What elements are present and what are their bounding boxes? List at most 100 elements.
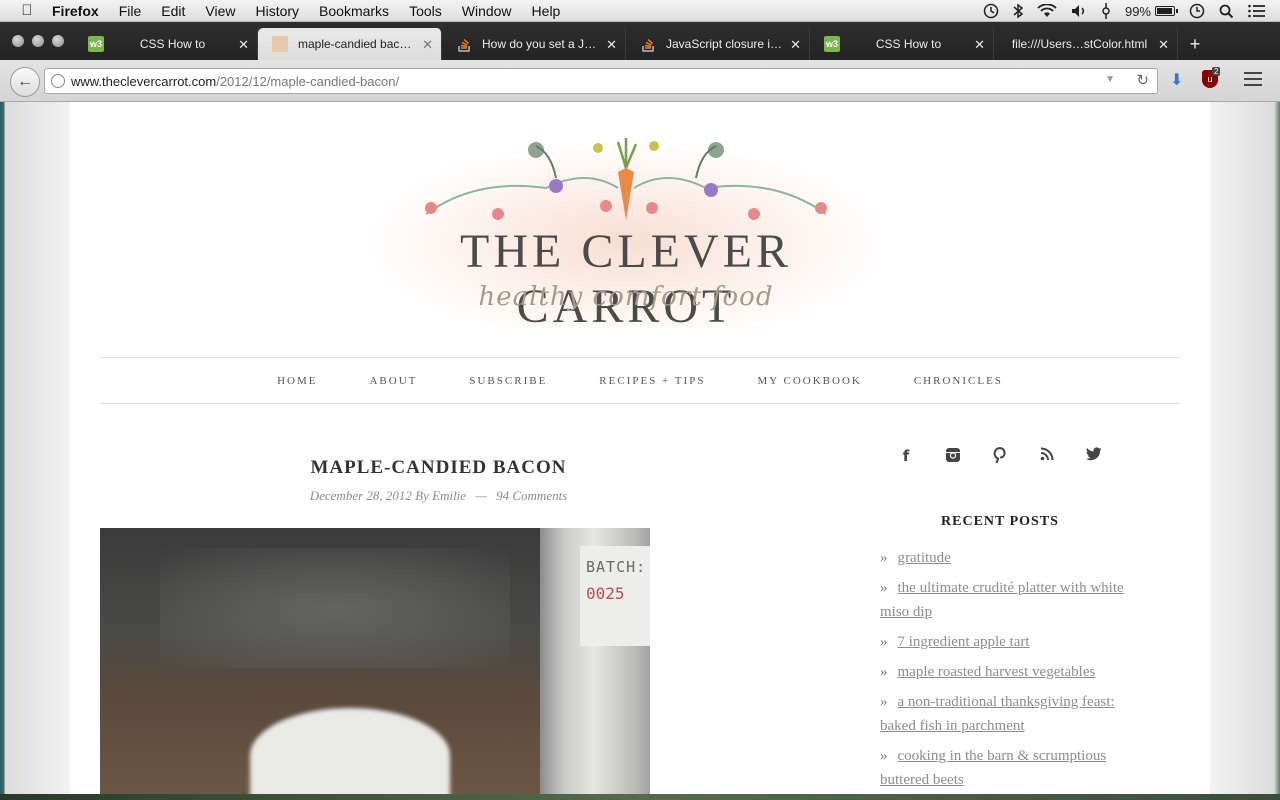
battery-level: [1157, 8, 1172, 14]
desktop-background-strip: [0, 794, 1280, 800]
tab-label: CSS How to: [139, 37, 206, 51]
menu-help[interactable]: Help: [532, 3, 561, 19]
bluetooth-icon[interactable]: [1013, 3, 1023, 19]
nav-about[interactable]: ABOUT: [369, 375, 417, 387]
list-bullet: »: [880, 580, 888, 596]
nav-chronicles[interactable]: CHRONICLES: [914, 375, 1003, 387]
logo-tagline: healthy comfort food: [478, 282, 774, 312]
globe-icon: [51, 74, 65, 88]
menu-bookmarks[interactable]: Bookmarks: [319, 3, 389, 19]
nav-home[interactable]: HOME: [277, 375, 317, 387]
rss-icon[interactable]: [1024, 447, 1071, 468]
recent-post-link[interactable]: the ultimate crudité platter with white …: [880, 580, 1124, 620]
tab-maple-candied-bacon[interactable]: maple-candied baco… ✕: [258, 28, 442, 60]
tab-label: JavaScript closure ins…: [666, 37, 783, 51]
twitter-icon[interactable]: [1071, 447, 1118, 468]
stackoverflow-favicon-icon: [640, 36, 656, 52]
close-tab-icon[interactable]: ✕: [238, 37, 249, 53]
back-arrow-icon: ←: [17, 73, 33, 90]
post-comments-link[interactable]: 94 Comments: [496, 488, 567, 503]
close-tab-icon[interactable]: ✕: [606, 37, 617, 53]
reload-icon[interactable]: ↻: [1136, 71, 1149, 89]
history-dropdown-icon[interactable]: ▼: [1105, 74, 1115, 85]
tab-strip: w3 CSS How to ✕ maple-candied baco… ✕ Ho…: [74, 28, 1212, 60]
logo-title: THE CLEVER CARROT: [460, 225, 792, 333]
download-arrow-icon[interactable]: ⬇: [1170, 70, 1183, 90]
post-date: December 28, 2012: [309, 488, 412, 503]
new-tab-button[interactable]: +: [1178, 28, 1212, 60]
site-navigation: HOME ABOUT SUBSCRIBE RECIPES + TIPS MY C…: [100, 357, 1180, 404]
tab-css-how-to-2[interactable]: w3 CSS How to ✕: [810, 28, 994, 60]
menu-tools[interactable]: Tools: [409, 3, 442, 19]
recent-posts-list: » gratitude » the ultimate crudité platter…: [850, 546, 1150, 792]
battery-percent: 99%: [1124, 3, 1151, 19]
battery-status[interactable]: 99%: [1124, 3, 1178, 19]
tab-how-do-you-set-a-javascript[interactable]: How do you set a Jav… ✕: [442, 28, 626, 60]
list-item: » maple roasted harvest vegetables: [880, 660, 1150, 684]
facebook-icon[interactable]: f: [883, 447, 930, 468]
volume-icon[interactable]: [1071, 4, 1087, 18]
nav-my-cookbook[interactable]: MY COOKBOOK: [757, 375, 861, 387]
close-window-button[interactable]: [12, 35, 24, 47]
nav-subscribe[interactable]: SUBSCRIBE: [469, 375, 547, 387]
w3schools-favicon-icon: w3: [88, 36, 104, 52]
close-tab-icon[interactable]: ✕: [790, 37, 801, 53]
post-hero-image: BATCH: 0025: [100, 528, 650, 794]
site-logo[interactable]: THE CLEVER CARROT healthy comfort food: [356, 128, 896, 333]
jar-label-line2: 0025: [586, 584, 625, 603]
tab-local-file[interactable]: file:///Users…stColor.html ✕: [994, 28, 1178, 60]
spotlight-icon[interactable]: [1219, 4, 1234, 19]
list-bullet: »: [880, 550, 888, 566]
menu-app-firefox[interactable]: Firefox: [52, 3, 99, 19]
menu-edit[interactable]: Edit: [161, 3, 185, 19]
tab-label: CSS How to: [875, 37, 942, 51]
post-meta: December 28, 2012 By Emilie — 94 Comment…: [100, 488, 777, 504]
url-bar[interactable]: www.theclevercarrot.com/2012/12/maple-ca…: [44, 68, 1158, 94]
post-author[interactable]: Emilie: [432, 488, 466, 503]
recent-post-link[interactable]: 7 ingredient apple tart: [898, 634, 1030, 650]
macos-menubar:  Firefox File Edit View History Bookmar…: [0, 0, 1280, 22]
minimize-window-button[interactable]: [32, 35, 44, 47]
recent-post-link[interactable]: cooking in the barn & scrumptious butter…: [880, 748, 1106, 788]
meta-separator: —: [475, 488, 487, 503]
battery-icon: [1155, 6, 1178, 16]
menu-hamburger-icon[interactable]: [1244, 72, 1262, 90]
recent-posts-heading: RECENT POSTS: [941, 514, 1059, 529]
navigation-toolbar: ← www.theclevercarrot.com/2012/12/maple-…: [0, 60, 1280, 102]
logo-floral-illustration: [425, 138, 827, 220]
close-tab-icon[interactable]: ✕: [974, 37, 985, 53]
list-bullet: »: [880, 634, 888, 650]
image-paper-blur: [250, 708, 450, 794]
list-item: » the ultimate crudité platter with white…: [880, 576, 1150, 624]
menu-view[interactable]: View: [205, 3, 235, 19]
apple-menu-icon[interactable]: : [18, 2, 36, 19]
time-machine-icon[interactable]: [983, 3, 999, 19]
recent-post-link[interactable]: a non-traditional thanksgiving feast: ba…: [880, 694, 1115, 734]
notification-list-icon[interactable]: [1248, 4, 1266, 18]
clock-icon[interactable]: [1189, 3, 1205, 19]
input-icon[interactable]: [1101, 3, 1111, 19]
post-author-prefix: By: [415, 488, 429, 503]
list-item: » 7 ingredient apple tart: [880, 630, 1150, 654]
tab-css-how-to-1[interactable]: w3 CSS How to ✕: [74, 28, 258, 60]
pinterest-icon[interactable]: [977, 447, 1024, 468]
menu-history[interactable]: History: [255, 3, 299, 19]
image-jar-label: BATCH: 0025: [580, 546, 650, 646]
nav-recipes-tips[interactable]: RECIPES + TIPS: [599, 375, 705, 387]
tab-javascript-closure[interactable]: JavaScript closure ins… ✕: [626, 28, 810, 60]
zoom-window-button[interactable]: [52, 35, 64, 47]
close-tab-icon[interactable]: ✕: [1158, 37, 1169, 53]
menu-window[interactable]: Window: [462, 3, 512, 19]
recent-post-link[interactable]: maple roasted harvest vegetables: [898, 664, 1096, 680]
page-viewport: THE CLEVER CARROT healthy comfort food H…: [0, 102, 1280, 794]
list-item: » cooking in the barn & scrumptious butte…: [880, 744, 1150, 792]
url-path: /2012/12/maple-candied-bacon/: [216, 73, 400, 89]
instagram-icon[interactable]: [930, 447, 977, 468]
jar-label-line1: BATCH:: [586, 558, 647, 576]
back-button[interactable]: ←: [10, 67, 40, 97]
menu-file[interactable]: File: [119, 3, 142, 19]
wifi-icon[interactable]: [1037, 4, 1057, 18]
list-item: » a non-traditional thanksgiving feast: b…: [880, 690, 1150, 738]
close-tab-icon[interactable]: ✕: [422, 37, 433, 53]
recent-post-link[interactable]: gratitude: [898, 550, 951, 566]
